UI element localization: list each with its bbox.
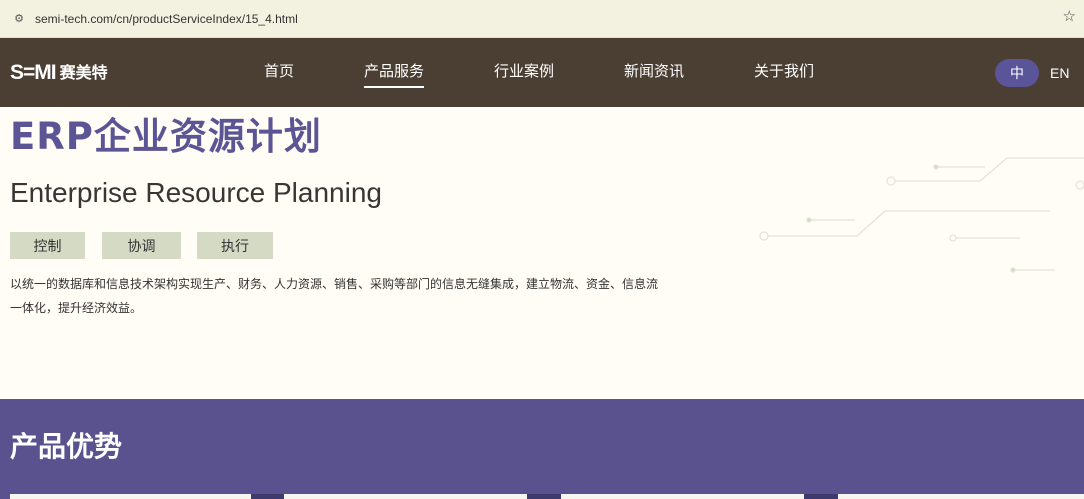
- logo-text: 赛美特: [59, 62, 108, 82]
- browser-address-bar: ⚙ semi-tech.com/cn/productServiceIndex/1…: [0, 0, 1084, 38]
- bookmark-star-icon[interactable]: ☆: [1063, 9, 1076, 24]
- advantage-card: [284, 494, 527, 499]
- advantage-card-icon: [527, 494, 561, 499]
- main-navigation: S=MI 赛美特 首页 产品服务 行业案例 新闻资讯 关于我们 中 EN: [0, 38, 1084, 107]
- advantage-card-icon: [804, 494, 838, 499]
- logo-mark: S=MI: [10, 61, 57, 84]
- advantages-title: 产品优势: [10, 430, 123, 463]
- advantage-card: [10, 494, 251, 499]
- nav-item-home[interactable]: 首页: [264, 64, 294, 79]
- nav-item-products[interactable]: 产品服务: [364, 64, 425, 88]
- advantage-card-icon: [251, 494, 284, 499]
- logo[interactable]: S=MI 赛美特: [10, 62, 108, 83]
- nav-item-about[interactable]: 关于我们: [754, 64, 814, 79]
- page-subtitle: Enterprise Resource Planning: [10, 177, 382, 208]
- page-title: ERP企业资源计划: [10, 115, 322, 158]
- tag-execute: 执行: [197, 232, 273, 259]
- description-line: 一体化，提升经济效益。: [10, 301, 143, 315]
- description-line: 以统一的数据库和信息技术架构实现生产、财务、人力资源、销售、采购等部门的信息无缝…: [10, 277, 659, 291]
- nav-item-news[interactable]: 新闻资讯: [624, 64, 684, 79]
- product-description: 以统一的数据库和信息技术架构实现生产、财务、人力资源、销售、采购等部门的信息无缝…: [10, 272, 750, 320]
- advantages-section: [0, 399, 1084, 499]
- site-settings-icon[interactable]: ⚙: [12, 13, 26, 25]
- tag-coordinate: 协调: [102, 232, 181, 259]
- language-chinese-button[interactable]: 中: [995, 59, 1039, 87]
- advantage-card: [561, 494, 804, 499]
- url-text[interactable]: semi-tech.com/cn/productServiceIndex/15_…: [35, 12, 298, 26]
- tag-control: 控制: [10, 232, 85, 259]
- language-english-button[interactable]: EN: [1050, 66, 1069, 80]
- advantage-card: [838, 494, 1084, 499]
- nav-item-cases[interactable]: 行业案例: [494, 64, 554, 79]
- circuit-decoration: [759, 157, 1084, 273]
